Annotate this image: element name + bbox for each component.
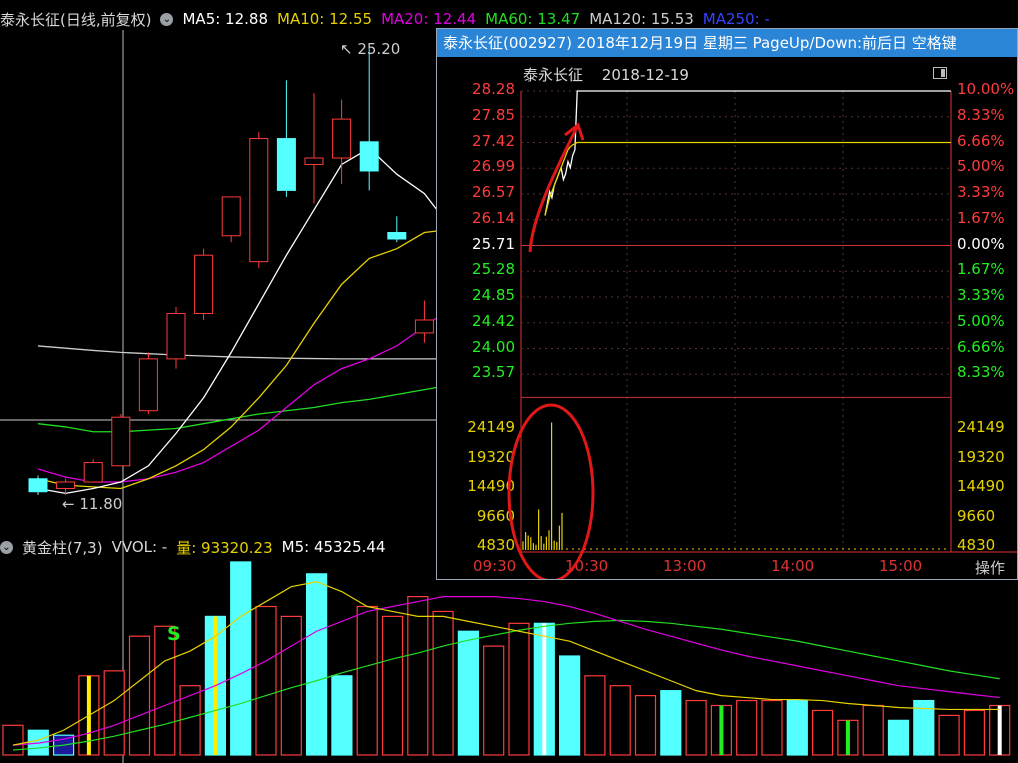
volume-bar	[230, 561, 252, 756]
low-price-value: 11.80	[79, 495, 123, 513]
white-pillar	[542, 623, 547, 755]
volume-bar	[736, 699, 758, 756]
m5-label: M5: 45325.44	[281, 538, 386, 556]
candle	[249, 138, 269, 263]
candle	[194, 254, 214, 315]
ma120-label: MA120: 15.53	[589, 10, 694, 28]
ma120-line	[37, 345, 452, 360]
volume-bar	[154, 625, 176, 756]
intraday-avg-line	[544, 141, 951, 216]
volume-bar	[483, 645, 505, 756]
volume-indicator-title: 黄金柱(7,3)	[22, 538, 103, 557]
candle	[332, 118, 352, 159]
volume-bar	[786, 699, 808, 756]
volume-bar	[558, 655, 581, 756]
volume-bar	[508, 622, 530, 756]
main-chart-title: 泰永长征(日线,前复权)	[0, 10, 152, 29]
white-pillar	[997, 705, 1002, 755]
liang-label: 量: 93320.23	[176, 538, 273, 557]
intraday-chart	[507, 90, 1017, 579]
volume-bar	[306, 573, 328, 756]
candle	[304, 157, 324, 165]
popup-title-bar[interactable]: 泰永长征(002927) 2018年12月19日 星期三 PageUp/Down…	[437, 29, 1017, 57]
ma20-line	[37, 306, 453, 483]
candle	[111, 416, 131, 467]
chevron-down-icon[interactable]: ⌄	[160, 12, 174, 26]
ma10-label: MA10: 12.55	[277, 10, 373, 28]
low-price-annotation: ← 11.80	[62, 495, 123, 513]
ma60-label: MA60: 13.47	[485, 10, 581, 28]
volume-bar	[963, 709, 986, 756]
sell-signal-marker: S	[167, 623, 181, 645]
volume-bar	[887, 719, 910, 756]
candle	[276, 138, 296, 191]
volume-bar	[609, 685, 631, 756]
green-pillar	[719, 705, 724, 755]
candle	[221, 196, 241, 237]
candle	[166, 313, 186, 360]
volume-bar	[584, 675, 606, 756]
main-chart-header: 泰永长征(日线,前复权) ⌄ MA5: 12.88 MA10: 12.55 MA…	[0, 8, 779, 30]
candle	[28, 478, 48, 493]
volume-bar	[938, 714, 960, 756]
ma250-label: MA250: -	[702, 10, 770, 28]
volume-header: ⌄ 黄金柱(7,3) VVOL: - 量: 93320.23 M5: 45325…	[0, 536, 395, 558]
chevron-down-icon[interactable]: ⌄	[0, 540, 13, 554]
volume-bar	[761, 699, 783, 756]
volume-bar	[432, 610, 454, 756]
candle	[56, 481, 76, 489]
ma60-line	[37, 384, 453, 433]
candle	[387, 232, 407, 240]
volume-bar	[103, 670, 125, 756]
volume-bar	[255, 605, 277, 756]
volume-bar	[457, 630, 479, 756]
candle	[138, 358, 158, 412]
high-price-annotation: ↖ 25.20	[340, 40, 401, 58]
intraday-price-line	[544, 90, 951, 216]
ma5-line	[37, 147, 453, 494]
volume-bar	[660, 690, 682, 756]
volume-bar	[2, 724, 24, 756]
high-price-value: 25.20	[357, 40, 401, 58]
ma20-label: MA20: 12.44	[381, 10, 477, 28]
vvol-label: VVOL: -	[111, 538, 168, 556]
volume-bar	[685, 699, 707, 756]
ma5-label: MA5: 12.88	[182, 10, 268, 28]
intraday-popup[interactable]: 泰永长征(002927) 2018年12月19日 星期三 PageUp/Down…	[436, 28, 1018, 580]
volume-bar	[331, 675, 353, 756]
volume-bar	[356, 605, 378, 756]
candle	[359, 141, 379, 172]
volume-bar	[381, 615, 404, 756]
volume-bar	[634, 694, 657, 756]
candle	[414, 319, 434, 334]
volume-bar	[407, 595, 429, 756]
candle	[83, 462, 103, 483]
volume-bar	[128, 635, 151, 756]
volume-bar	[862, 704, 884, 756]
volume-bar	[811, 709, 834, 756]
green-pillar	[845, 720, 850, 755]
